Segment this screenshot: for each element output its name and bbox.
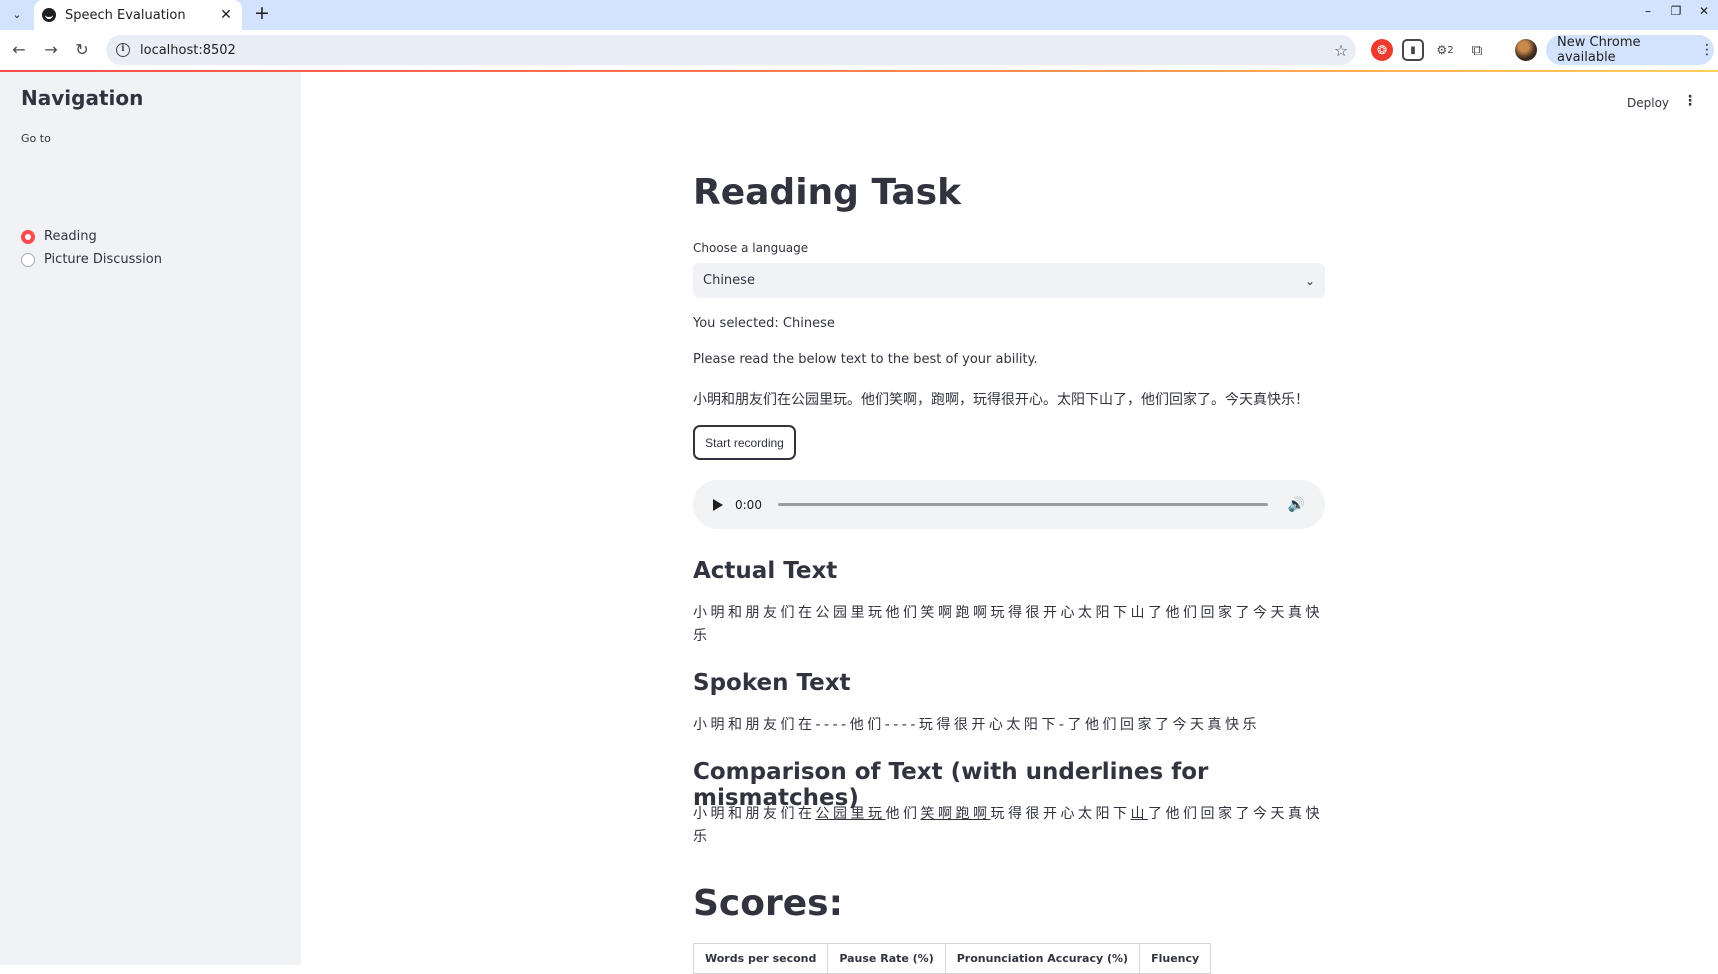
- close-window-icon[interactable]: ✕: [1690, 0, 1718, 22]
- scores-heading: Scores:: [693, 883, 843, 924]
- url-text[interactable]: localhost:8502: [140, 43, 1326, 58]
- goto-label: Go to: [21, 132, 51, 145]
- actual-text-heading: Actual Text: [693, 558, 838, 584]
- new-chrome-available-button[interactable]: New Chrome available ⋮: [1546, 35, 1714, 65]
- score-column-header: Fluency: [1139, 943, 1212, 974]
- new-chrome-label: New Chrome available: [1557, 35, 1641, 65]
- back-icon[interactable]: ←: [5, 36, 33, 64]
- spoken-text: 小明和朋友们在----他们----玩得很开心太阳下-了他们回家了今天真快乐: [693, 717, 1260, 733]
- mismatch-segment: 山: [1130, 806, 1148, 822]
- radio-option-reading[interactable]: Reading: [21, 229, 97, 244]
- instructions-text: Please read the below text to the best o…: [693, 352, 1038, 367]
- audio-player: 0:00 🔊: [693, 480, 1325, 529]
- extensions-puzzle-icon[interactable]: ⧉: [1466, 39, 1488, 61]
- window-controls: – ❐ ✕: [1634, 0, 1718, 24]
- main-menu-icon[interactable]: ⋮: [1683, 93, 1697, 109]
- scores-header-row: Words per second Pause Rate (%) Pronunci…: [692, 943, 1212, 974]
- address-bar[interactable]: i localhost:8502 ☆: [106, 35, 1356, 65]
- reload-icon[interactable]: ↻: [68, 36, 96, 64]
- match-segment: 小明和朋友们在: [693, 806, 816, 822]
- score-column-header: Pause Rate (%): [827, 943, 946, 974]
- extension-badge-count: 2: [1447, 44, 1454, 56]
- restore-icon[interactable]: ❐: [1662, 0, 1690, 22]
- match-segment: 玩得很开心太阳下: [990, 806, 1131, 822]
- site-info-icon[interactable]: i: [116, 43, 130, 57]
- sidebar: [0, 72, 301, 965]
- minimize-icon[interactable]: –: [1634, 0, 1662, 22]
- radio-unchecked-icon[interactable]: [21, 252, 35, 267]
- bookmark-star-icon[interactable]: ☆: [1326, 41, 1356, 60]
- tab-title: Speech Evaluation: [65, 7, 186, 23]
- new-tab-icon[interactable]: +: [250, 2, 274, 26]
- language-select-label: Choose a language: [693, 241, 809, 255]
- radio-option-picture-discussion[interactable]: Picture Discussion: [21, 252, 162, 267]
- audio-seek-bar[interactable]: [777, 503, 1268, 506]
- close-tab-icon[interactable]: ✕: [218, 7, 234, 23]
- deploy-button[interactable]: Deploy: [1627, 96, 1669, 110]
- scores-table: Words per second Pause Rate (%) Pronunci…: [692, 943, 1212, 974]
- comparison-text: 小明和朋友们在公园里玩他们笑啊跑啊玩得很开心太阳下山了他们回家了今天真快乐: [693, 803, 1325, 849]
- language-select[interactable]: Chinese ⌄: [693, 263, 1325, 298]
- browser-tab[interactable]: Speech Evaluation ✕: [34, 0, 242, 30]
- browser-toolbar: ← → ↻ i localhost:8502 ☆ ❂ ▮ ⚙ 2 ⧉ New Ch…: [0, 30, 1718, 70]
- audio-time: 0:00: [735, 497, 762, 512]
- selected-language-text: You selected: Chinese: [693, 316, 835, 331]
- radio-checked-icon[interactable]: [21, 229, 35, 244]
- mismatch-segment: 公园里玩: [815, 806, 886, 822]
- spoken-text-heading: Spoken Text: [693, 670, 851, 696]
- actual-text: 小明和朋友们在公园里玩他们笑啊跑啊玩得很开心太阳下山了他们回家了今天真快乐: [693, 605, 1323, 644]
- tab-search-icon[interactable]: ⌄: [6, 3, 28, 25]
- page-title: Reading Task: [693, 172, 962, 213]
- play-icon[interactable]: [713, 498, 723, 511]
- extension-red-icon[interactable]: ❂: [1371, 39, 1393, 61]
- extension-badge-icon[interactable]: ⚙ 2: [1434, 39, 1456, 61]
- mismatch-segment: 笑啊跑啊: [920, 806, 991, 822]
- language-select-value: Chinese: [703, 273, 755, 288]
- tab-strip: ⌄ Speech Evaluation ✕ + – ❐ ✕: [0, 0, 1718, 30]
- forward-icon[interactable]: →: [37, 36, 65, 64]
- profile-avatar[interactable]: [1515, 39, 1537, 61]
- sidebar-title: Navigation: [21, 86, 144, 110]
- streamlit-favicon-icon: [42, 8, 56, 22]
- reading-passage: 小明和朋友们在公园里玩。他们笑啊，跑啊，玩得很开心。太阳下山了，他们回家了。今天…: [693, 392, 1309, 408]
- chevron-down-icon: ⌄: [1304, 273, 1315, 288]
- match-segment: 他们: [885, 806, 921, 822]
- score-column-header: Words per second: [692, 943, 829, 974]
- start-recording-button[interactable]: Start recording: [693, 425, 796, 460]
- extension-shield-icon[interactable]: ▮: [1402, 39, 1424, 61]
- volume-icon[interactable]: 🔊: [1288, 497, 1305, 513]
- radio-label-reading: Reading: [44, 229, 97, 244]
- radio-label-picture-discussion: Picture Discussion: [44, 252, 162, 267]
- score-column-header: Pronunciation Accuracy (%): [944, 943, 1141, 974]
- browser-menu-icon[interactable]: ⋮: [1700, 42, 1714, 58]
